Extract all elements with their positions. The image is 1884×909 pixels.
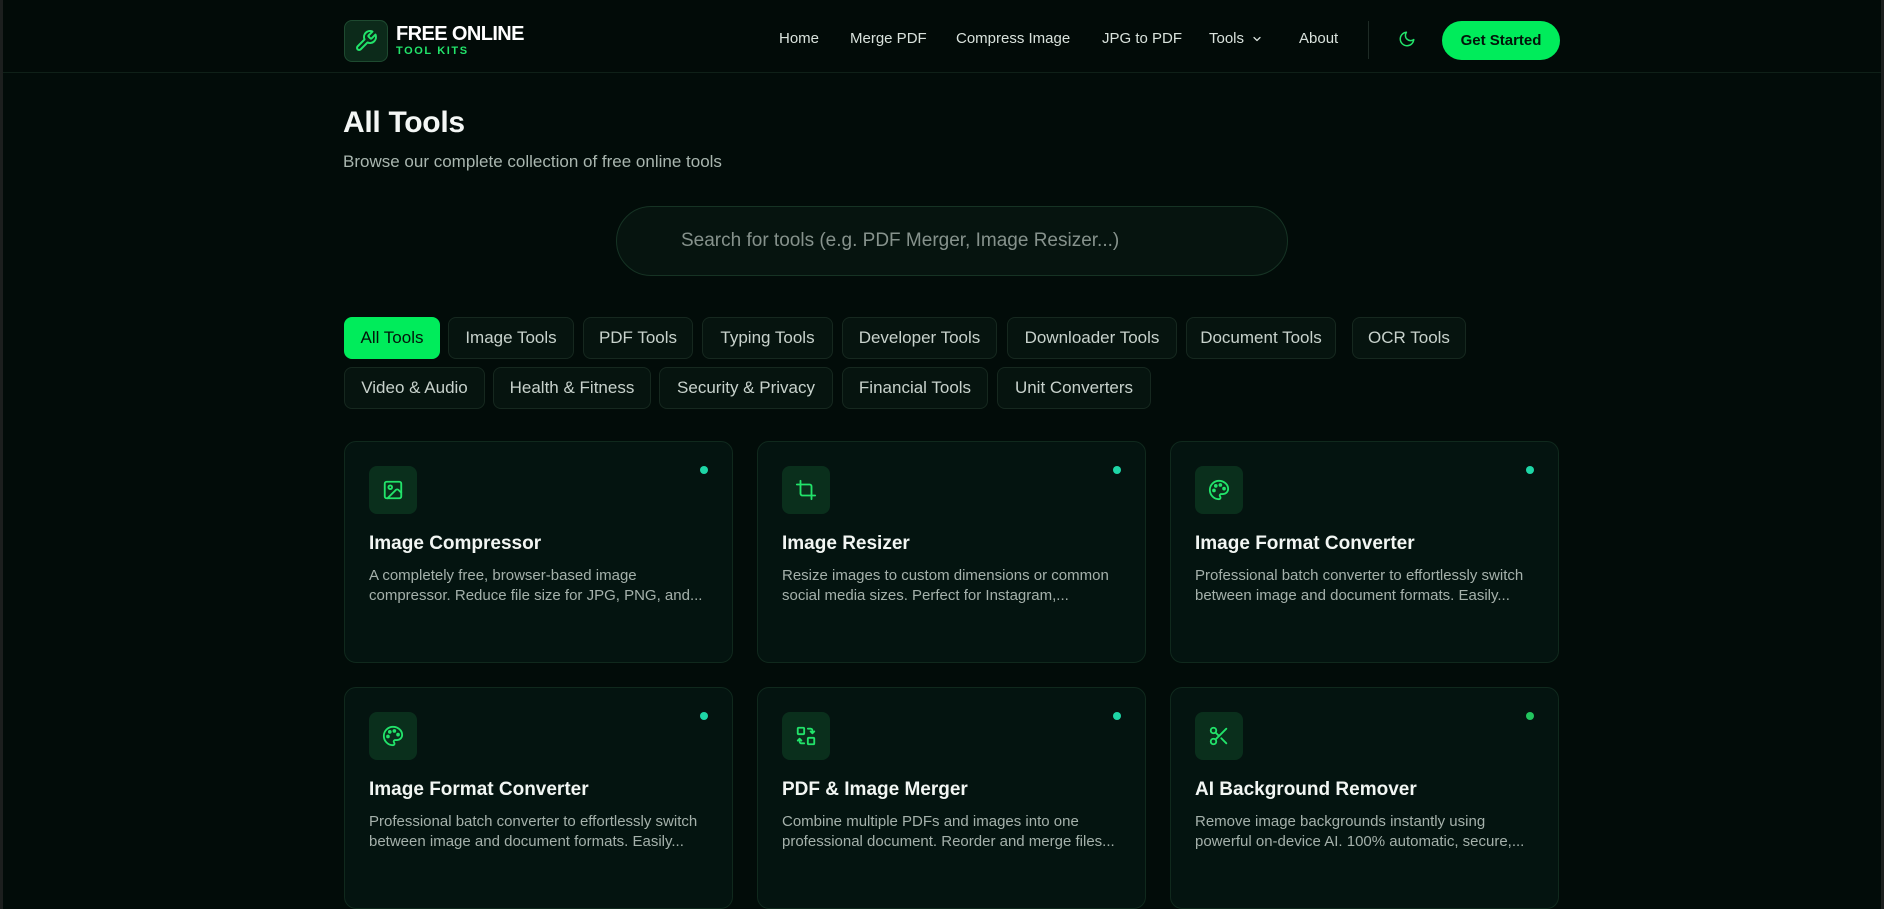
tool-description: Resize images to custom dimensions or co… — [782, 567, 1109, 604]
search-input[interactable] — [681, 230, 1287, 252]
nav-home[interactable]: Home — [779, 30, 819, 47]
status-dot — [1526, 466, 1534, 474]
crop-icon — [782, 466, 830, 514]
status-dot — [700, 712, 708, 720]
tool-card[interactable]: Image Compressor A completely free, brow… — [344, 441, 733, 663]
merge-icon — [782, 712, 830, 760]
palette-icon — [369, 712, 417, 760]
browser-frame-left — [0, 0, 3, 909]
status-dot — [700, 466, 708, 474]
chevron-down-icon — [1253, 36, 1261, 42]
chip-all-tools[interactable]: All Tools — [344, 317, 440, 359]
tool-card[interactable]: Image Format Converter Professional batc… — [344, 687, 733, 909]
image-icon — [369, 466, 417, 514]
logo-tagline: TOOL KITS — [396, 45, 469, 57]
chip-video-audio[interactable]: Video & Audio — [344, 367, 485, 409]
chip-security-privacy[interactable]: Security & Privacy — [659, 367, 833, 409]
get-started-button[interactable]: Get Started — [1442, 21, 1560, 60]
chip-downloader-tools[interactable]: Downloader Tools — [1007, 317, 1177, 359]
chip-unit-converters[interactable]: Unit Converters — [997, 367, 1151, 409]
tool-description: A completely free, browser-based image c… — [369, 567, 703, 604]
tool-title: Image Compressor — [369, 533, 542, 554]
tool-card[interactable]: PDF & Image Merger Combine multiple PDFs… — [757, 687, 1146, 909]
palette-icon — [1195, 466, 1243, 514]
chip-document-tools[interactable]: Document Tools — [1186, 317, 1336, 359]
status-dot — [1526, 712, 1534, 720]
tool-title: Image Format Converter — [369, 779, 589, 800]
status-dot — [1113, 466, 1121, 474]
wrench-icon — [344, 20, 388, 62]
chip-typing-tools[interactable]: Typing Tools — [702, 317, 833, 359]
nav-merge-pdf[interactable]: Merge PDF — [850, 30, 927, 47]
nav-about[interactable]: About — [1299, 30, 1338, 47]
tool-description: Professional batch converter to effortle… — [369, 813, 698, 850]
nav-divider — [1368, 21, 1369, 59]
page-title: All Tools — [343, 106, 465, 139]
chip-health-fitness[interactable]: Health & Fitness — [493, 367, 651, 409]
tool-description: Remove image backgrounds instantly using… — [1195, 813, 1525, 850]
tool-card[interactable]: Image Format Converter Professional batc… — [1170, 441, 1559, 663]
site-header: FREE ONLINE TOOL KITS Home Merge PDF Com… — [3, 0, 1881, 73]
page-subtitle: Browse our complete collection of free o… — [343, 152, 722, 171]
chip-developer-tools[interactable]: Developer Tools — [842, 317, 997, 359]
chip-image-tools[interactable]: Image Tools — [448, 317, 574, 359]
nav-compress-image[interactable]: Compress Image — [956, 30, 1070, 47]
tool-description: Combine multiple PDFs and images into on… — [782, 813, 1115, 850]
logo-name: FREE ONLINE — [396, 23, 524, 45]
tool-title: Image Resizer — [782, 533, 910, 554]
search-bar — [616, 206, 1288, 276]
theme-toggle-moon-icon[interactable] — [1398, 30, 1416, 53]
site-logo[interactable]: FREE ONLINE TOOL KITS — [344, 20, 524, 62]
tool-title: AI Background Remover — [1195, 779, 1417, 800]
chip-ocr-tools[interactable]: OCR Tools — [1352, 317, 1466, 359]
nav-tools-label: Tools — [1209, 30, 1245, 47]
tool-card[interactable]: Image Resizer Resize images to custom di… — [757, 441, 1146, 663]
scissors-icon — [1195, 712, 1243, 760]
status-dot — [1113, 712, 1121, 720]
chip-financial-tools[interactable]: Financial Tools — [842, 367, 988, 409]
nav-tools-dropdown[interactable]: Tools — [1209, 30, 1263, 47]
chip-pdf-tools[interactable]: PDF Tools — [583, 317, 693, 359]
nav-jpg-to-pdf[interactable]: JPG to PDF — [1102, 30, 1182, 47]
tool-card[interactable]: AI Background Remover Remove image backg… — [1170, 687, 1559, 909]
tool-title: Image Format Converter — [1195, 533, 1415, 554]
tool-title: PDF & Image Merger — [782, 779, 968, 800]
tool-description: Professional batch converter to effortle… — [1195, 567, 1524, 604]
